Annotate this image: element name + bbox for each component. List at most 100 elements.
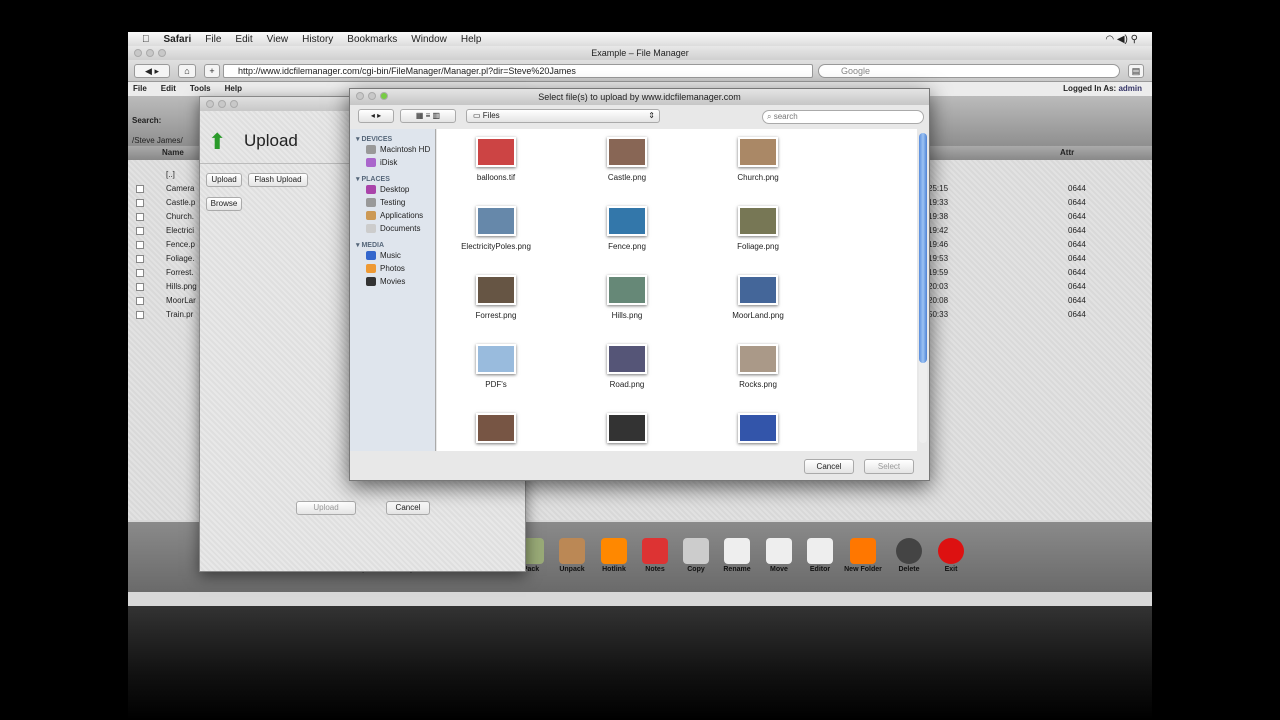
menu-window[interactable]: Window [411,34,447,45]
folder-select[interactable]: ▭ Files ⇕ [466,109,660,123]
menu-bookmarks[interactable]: Bookmarks [347,34,397,45]
close-icon[interactable] [356,92,364,100]
file-item[interactable]: Castle.png [572,129,682,182]
row-checkbox[interactable] [136,227,144,235]
file-name[interactable]: [..] [166,168,175,182]
sidebar-item[interactable]: Photos [350,262,435,275]
minimize-icon[interactable] [218,100,226,108]
row-checkbox[interactable] [136,297,144,305]
file-item[interactable]: Forrest.png [441,267,551,320]
file-name[interactable]: Foliage. [166,252,194,266]
back-forward-button[interactable]: ◀ ▸ [134,64,170,78]
dialog-search-field[interactable]: ⌕ search [762,110,924,124]
file-item[interactable] [703,405,813,449]
tool-copy[interactable]: Copy [675,522,717,573]
file-item[interactable]: Fence.png [572,198,682,251]
col-name[interactable]: Name [162,146,184,160]
tool-editor[interactable]: Editor [799,522,841,573]
google-search-field[interactable]: Google [818,64,1120,78]
status-icons[interactable]: ◠ ◀) ⚲ [1105,34,1138,45]
file-name[interactable]: Fence.p [166,238,195,252]
sidebar-item[interactable]: Desktop [350,183,435,196]
cancel-button[interactable]: Cancel [804,459,854,474]
upload-button[interactable]: Upload [296,501,356,515]
tab-flash-upload[interactable]: Flash Upload [248,173,308,187]
tool-unpack[interactable]: Unpack [551,522,593,573]
browse-button[interactable]: Browse [206,197,242,211]
tool-rename[interactable]: Rename [716,522,758,573]
minimize-icon[interactable] [368,92,376,100]
menu-history[interactable]: History [302,34,333,45]
file-name[interactable]: Electrici [166,224,194,238]
tool-exit[interactable]: Exit [930,522,972,573]
row-checkbox[interactable] [136,213,144,221]
close-icon[interactable] [206,100,214,108]
file-name[interactable]: Church. [166,210,194,224]
zoom-icon[interactable] [380,92,388,100]
row-checkbox[interactable] [136,241,144,249]
tool-new-folder[interactable]: New Folder [842,522,884,573]
file-name[interactable]: Camera [166,182,194,196]
file-item[interactable]: Church.png [703,129,813,182]
print-icon[interactable]: ▤ [1128,64,1144,78]
url-field[interactable]: http://www.idcfilemanager.com/cgi-bin/Fi… [223,64,813,78]
add-bookmark-button[interactable]: + [204,64,220,78]
menu-view[interactable]: View [267,34,289,45]
sidebar-section[interactable]: ▾ MEDIA [350,241,435,249]
sidebar-item[interactable]: Testing [350,196,435,209]
file-item[interactable]: MoorLand.png [703,267,813,320]
select-button[interactable]: Select [864,459,914,474]
file-item[interactable]: Foliage.png [703,198,813,251]
col-attr[interactable]: Attr [1060,146,1074,160]
sidebar-section[interactable]: ▾ PLACES [350,175,435,183]
row-checkbox[interactable] [136,185,144,193]
view-mode-buttons[interactable]: ▦ ≡ ▥ [400,109,456,123]
sidebar-item[interactable]: iDisk [350,156,435,169]
file-item[interactable]: Hills.png [572,267,682,320]
back-forward-button[interactable]: ◂ ▸ [358,109,394,123]
sidebar-section[interactable]: ▾ DEVICES [350,135,435,143]
app-menu-file[interactable]: File [133,82,147,96]
tool-notes[interactable]: Notes [634,522,676,573]
tab-upload[interactable]: Upload [206,173,242,187]
app-menu-help[interactable]: Help [225,82,242,96]
sidebar-item[interactable]: Music [350,249,435,262]
row-checkbox[interactable] [136,255,144,263]
apple-icon[interactable]:  [142,34,150,45]
cancel-button[interactable]: Cancel [386,501,430,515]
scrollbar[interactable] [919,133,927,443]
menu-edit[interactable]: Edit [235,34,252,45]
close-icon[interactable] [134,49,142,57]
tool-hotlink[interactable]: Hotlink [593,522,635,573]
row-checkbox[interactable] [136,199,144,207]
file-name[interactable]: Castle.p [166,196,195,210]
file-item[interactable]: ElectricityPoles.png [441,198,551,251]
menu-help[interactable]: Help [461,34,482,45]
app-menu-tools[interactable]: Tools [190,82,211,96]
file-name[interactable]: MoorLar [166,294,196,308]
file-item[interactable]: PDF's [441,336,551,389]
row-checkbox[interactable] [136,269,144,277]
minimize-icon[interactable] [146,49,154,57]
file-item[interactable]: Rocks.png [703,336,813,389]
sidebar-item[interactable]: Macintosh HD [350,143,435,156]
file-item[interactable]: balloons.tif [441,129,551,182]
sidebar-item[interactable]: Applications [350,209,435,222]
menu-file[interactable]: File [205,34,221,45]
tool-move[interactable]: Move [758,522,800,573]
zoom-icon[interactable] [158,49,166,57]
file-name[interactable]: Hills.png [166,280,197,294]
home-button[interactable]: ⌂ [178,64,196,78]
row-checkbox[interactable] [136,311,144,319]
file-item[interactable] [441,405,551,449]
app-menu-edit[interactable]: Edit [161,82,176,96]
file-name[interactable]: Train.pr [166,308,193,322]
sidebar-item[interactable]: Documents [350,222,435,235]
row-checkbox[interactable] [136,283,144,291]
file-item[interactable]: Road.png [572,336,682,389]
tool-delete[interactable]: Delete [888,522,930,573]
menu-safari[interactable]: Safari [164,34,192,45]
file-item[interactable] [572,405,682,449]
zoom-icon[interactable] [230,100,238,108]
file-name[interactable]: Forrest. [166,266,194,280]
